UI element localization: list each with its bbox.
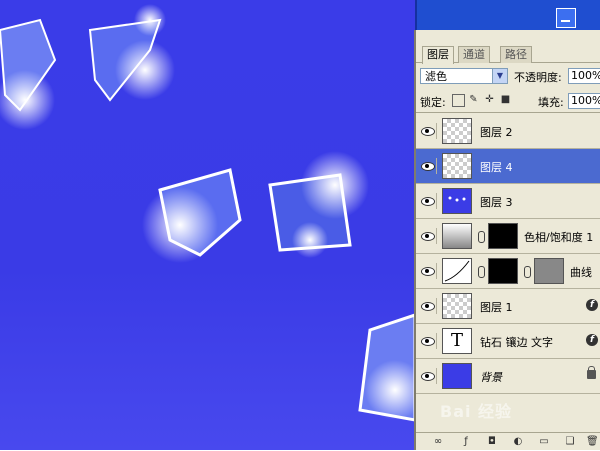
visibility-eye-icon[interactable] [420, 228, 437, 244]
layer-row[interactable]: T 钻石 镶边 文字 f [416, 324, 600, 359]
lock-all-icon[interactable]: ■ [500, 94, 511, 105]
new-layer-icon[interactable]: ❑ [564, 436, 576, 448]
blend-row: 滤色 ▼ 不透明度: 100% [416, 66, 600, 88]
add-mask-icon[interactable]: ◘ [486, 436, 498, 448]
layer-row[interactable]: 图层 1 f [416, 289, 600, 324]
layer-name: 图层 2 [480, 126, 513, 139]
layer-mask-thumbnail [488, 223, 518, 249]
layer-name: 背景 [480, 371, 502, 384]
layer-thumbnail [442, 363, 472, 389]
visibility-eye-icon[interactable] [420, 193, 437, 209]
tab-paths[interactable]: 路径 [500, 46, 532, 63]
layer-name: 钻石 镶边 文字 [480, 336, 553, 349]
window-titlebar [415, 0, 600, 30]
layer-row[interactable]: 背景 [416, 359, 600, 394]
layer-list: 图层 2 图层 4 图层 3 色相/饱和度 1 曲线 图层 1 f T 钻石 镶… [416, 114, 600, 432]
visibility-eye-icon[interactable] [420, 333, 437, 349]
trash-icon[interactable]: 🗑 [586, 436, 599, 448]
layer-name: 图层 4 [480, 161, 513, 174]
tab-layers[interactable]: 图层 [422, 46, 454, 64]
minimize-button[interactable] [556, 8, 576, 28]
lock-transparency-icon[interactable] [452, 94, 465, 107]
lock-move-icon[interactable]: ✛ [484, 94, 495, 105]
layer-name: 图层 1 [480, 301, 513, 314]
blend-mode-select[interactable]: 滤色 ▼ [420, 68, 508, 84]
tab-channels[interactable]: 通道 [458, 46, 490, 63]
visibility-eye-icon[interactable] [420, 123, 437, 139]
visibility-eye-icon[interactable] [420, 298, 437, 314]
layer-row[interactable]: 图层 2 [416, 114, 600, 149]
layer-name: 曲线 [570, 266, 592, 279]
layer-mask-thumbnail [488, 258, 518, 284]
watermark: Bai 经验 [440, 402, 513, 421]
layer-name: 图层 3 [480, 196, 513, 209]
layers-panel: 图层 通道 路径 滤色 ▼ 不透明度: 100% 锁定: ✎ ✛ ■ 填充: 1… [414, 30, 600, 450]
layer-thumbnail [442, 118, 472, 144]
layer-effects-icon[interactable]: f [586, 299, 598, 311]
hue-saturation-adjustment-icon [442, 223, 472, 249]
layer-thumbnail [442, 188, 472, 214]
add-style-icon[interactable]: ƒ [460, 436, 472, 448]
blend-mode-value: 滤色 [425, 70, 447, 83]
layer-row[interactable]: 色相/饱和度 1 [416, 219, 600, 254]
chevron-down-icon[interactable]: ▼ [492, 69, 507, 83]
visibility-eye-icon[interactable] [420, 158, 437, 174]
link-chain-icon [478, 266, 485, 278]
layer-thumbnail [442, 153, 472, 179]
lock-label: 锁定: [420, 96, 446, 109]
layer-row[interactable]: 图层 3 [416, 184, 600, 219]
new-group-icon[interactable]: ▭ [538, 436, 550, 448]
layer-mask-thumbnail [534, 258, 564, 284]
layer-name: 色相/饱和度 1 [524, 231, 594, 244]
link-chain-icon [524, 266, 531, 278]
new-adjustment-icon[interactable]: ◐ [512, 436, 524, 448]
opacity-field[interactable]: 100% [568, 68, 600, 84]
link-layers-icon[interactable]: ∞ [432, 436, 444, 448]
opacity-label: 不透明度: [514, 71, 562, 84]
fill-field[interactable]: 100% [568, 93, 600, 109]
text-layer-icon: T [442, 328, 472, 354]
lock-icon [587, 366, 596, 379]
lock-row: 锁定: ✎ ✛ ■ 填充: 100% [416, 90, 600, 113]
fill-label: 填充: [538, 96, 564, 109]
lock-brush-icon[interactable]: ✎ [468, 94, 479, 105]
visibility-eye-icon[interactable] [420, 263, 437, 279]
layer-row[interactable]: 曲线 [416, 254, 600, 289]
layer-row[interactable]: 图层 4 [416, 149, 600, 184]
panel-bottom-toolbar: ∞ ƒ ◘ ◐ ▭ ❑ 🗑 [416, 432, 600, 451]
panel-tabs: 图层 通道 路径 [416, 44, 600, 64]
canvas-artwork [0, 4, 415, 422]
visibility-eye-icon[interactable] [420, 368, 437, 384]
layer-thumbnail [442, 293, 472, 319]
layer-effects-icon[interactable]: f [586, 334, 598, 346]
link-chain-icon [478, 231, 485, 243]
curves-adjustment-icon [442, 258, 472, 284]
